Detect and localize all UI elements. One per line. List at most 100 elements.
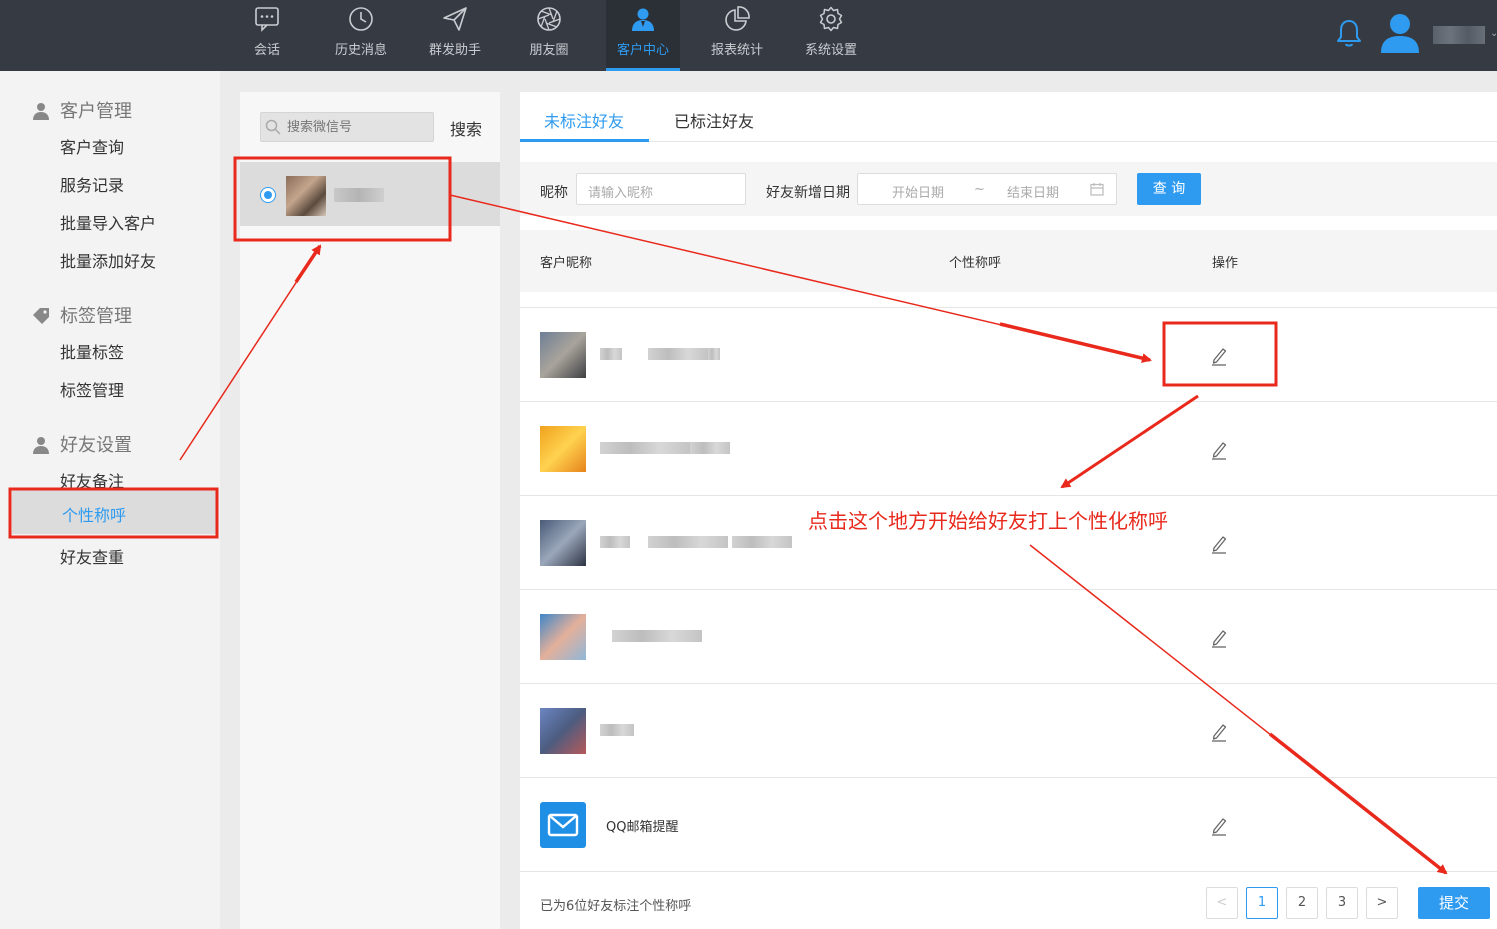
nickname-blurred [690,442,730,454]
column-header: 个性称呼 [949,256,1002,271]
avatar [540,332,586,378]
user-name-blurred[interactable] [1433,26,1485,44]
nickname-placeholder: 请输入昵称 [588,186,654,201]
pagination-prev[interactable]: < [1206,887,1238,919]
nav-label: 客户中心 [616,43,669,58]
nav-item-history[interactable]: 历史消息 [324,0,398,71]
radio-selected[interactable] [260,187,276,203]
person-icon [632,8,654,31]
sidebar-item-batch-import[interactable]: 批量导入客户 [60,210,156,234]
search-box[interactable] [260,112,434,142]
start-date-placeholder: 开始日期 [892,186,945,201]
nav-item-settings[interactable]: 系统设置 [794,0,868,71]
edit-icon[interactable] [1210,722,1228,742]
nickname-blurred [600,536,630,548]
nav-item-moments[interactable]: 朋友圈 [512,0,586,71]
date-range-picker[interactable]: 开始日期 ~ 结束日期 [857,173,1117,205]
active-tab-indicator [606,68,680,71]
pagination-next[interactable]: > [1366,887,1398,919]
avatar [540,614,586,660]
chat-icon [255,7,279,32]
pagination-page-2[interactable]: 2 [1286,887,1318,919]
nickname-blurred [732,536,792,548]
date-separator: ~ [974,182,985,197]
nickname-blurred [708,348,720,360]
column-header: 客户昵称 [540,256,593,271]
person-icon [33,103,49,120]
nickname-blurred [612,630,702,642]
sidebar-group-title: 标签管理 [60,306,132,327]
nav-label: 群发助手 [428,43,481,58]
sidebar-item-customer-query[interactable]: 客户查询 [60,134,124,158]
search-input[interactable] [285,116,431,138]
nav-item-customer-center[interactable]: 客户中心 [606,0,680,71]
calendar-icon [1090,183,1104,196]
sidebar-item-batch-tags[interactable]: 批量标签 [60,339,124,363]
nickname-label: 昵称 [540,185,568,201]
account-name-blurred [334,188,384,202]
table-row [520,684,1497,778]
avatar [286,176,326,216]
aperture-icon [537,7,561,31]
table-header: 客户昵称 个性称呼 操作 [520,230,1497,292]
nav-label: 历史消息 [334,43,387,58]
nav-label: 朋友圈 [529,43,569,58]
sidebar-item-tag-management[interactable]: 标签管理 [60,377,124,401]
account-list-panel: 搜索 [240,92,500,929]
tab-bar: 未标注好友 已标注好友 [520,92,1497,142]
sidebar-item-batch-add-friends[interactable]: 批量添加好友 [60,248,156,272]
submit-button[interactable]: 提交 [1418,887,1490,919]
account-row-selected[interactable] [240,162,500,226]
edit-icon[interactable] [1210,534,1228,554]
column-header: 操作 [1212,256,1239,271]
sidebar-item-friend-remark[interactable]: 好友备注 [60,468,124,492]
chevron-down-icon[interactable]: ⌄ [1490,28,1497,39]
active-tab-indicator [520,139,649,142]
tag-icon [33,308,49,324]
nav-item-reports[interactable]: 报表统计 [700,0,774,71]
tab-unlabeled-friends[interactable]: 未标注好友 [544,108,624,132]
sidebar: 客户管理 客户查询 服务记录 批量导入客户 批量添加好友 标签管理 批量标签 标… [0,71,220,929]
nickname-blurred [600,348,622,360]
gear-icon [819,6,843,32]
query-button[interactable]: 查 询 [1137,173,1201,205]
edit-icon[interactable] [1210,816,1228,836]
nickname-input[interactable]: 请输入昵称 [576,173,746,205]
sidebar-item-custom-nickname[interactable]: 个性称呼 [12,490,216,534]
user-avatar-icon[interactable] [1378,10,1422,54]
bell-icon[interactable] [1336,18,1362,48]
paper-plane-icon [443,7,467,31]
pagination-page-1[interactable]: 1 [1246,887,1278,919]
sidebar-item-service-record[interactable]: 服务记录 [60,172,124,196]
pagination-page-3[interactable]: 3 [1326,887,1358,919]
nav-label: 会话 [253,43,280,58]
edit-icon[interactable] [1210,628,1228,648]
sidebar-item-friend-dedupe[interactable]: 好友查重 [60,544,124,568]
sidebar-group-title: 好友设置 [60,435,132,456]
avatar [540,520,586,566]
pie-chart-icon [725,6,750,31]
tab-labeled-friends[interactable]: 已标注好友 [674,108,754,132]
search-button[interactable]: 搜索 [450,116,482,140]
nav-label: 系统设置 [804,43,857,58]
nav-label: 报表统计 [710,43,763,58]
mail-icon [547,813,579,837]
top-nav-bar: 会话 历史消息 群发助手 朋友圈 客户中心 报表统计 系统设置 ⌄ [0,0,1497,71]
nickname-blurred [648,536,728,548]
labeled-count-text: 已为6位好友标注个性称呼 [540,899,692,914]
edit-icon[interactable] [1210,346,1228,366]
date-label: 好友新增日期 [766,185,850,201]
filter-bar: 昵称 请输入昵称 好友新增日期 开始日期 ~ 结束日期 查 询 [520,162,1497,216]
avatar [540,708,586,754]
search-icon [265,119,281,135]
annotation-instruction-text: 点击这个地方开始给好友打上个性化称呼 [808,509,1168,533]
avatar [540,426,586,472]
avatar [540,802,586,848]
clock-icon [349,7,373,31]
customer-nickname: QQ邮箱提醒 [606,820,679,835]
nav-item-chat[interactable]: 会话 [230,0,304,71]
nickname-blurred [648,348,708,360]
edit-icon[interactable] [1210,440,1228,460]
nav-item-broadcast[interactable]: 群发助手 [418,0,492,71]
person-icon [33,437,49,454]
